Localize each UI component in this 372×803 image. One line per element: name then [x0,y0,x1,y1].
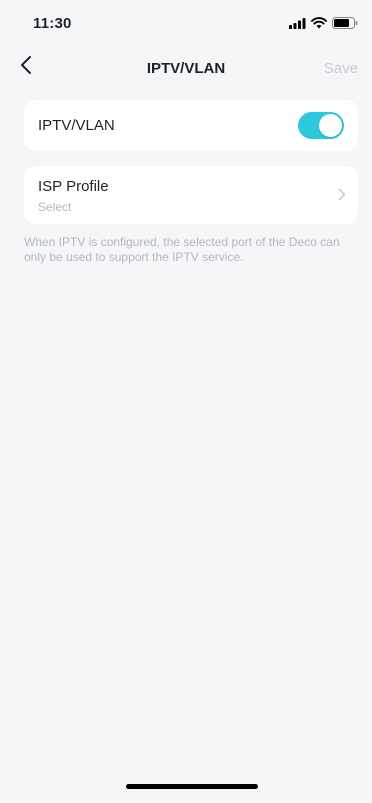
page-title: IPTV/VLAN [146,60,226,77]
wifi-icon [311,16,327,34]
status-time: 11:30 [33,15,72,32]
chevron-right-icon [338,188,346,206]
nav-bar: IPTV/VLAN Save [0,44,372,90]
iptv-vlan-toggle[interactable] [298,112,344,139]
save-button[interactable]: Save [324,60,358,77]
status-bar: 11:30 [0,0,372,44]
iptv-vlan-card: IPTV/VLAN [24,100,358,151]
iptv-vlan-label: IPTV/VLAN [38,117,115,134]
signal-icon [289,16,306,34]
status-icons [289,16,358,34]
toggle-knob [319,114,342,137]
home-indicator [126,784,258,789]
isp-profile-title: ISP Profile [38,178,109,195]
iptv-info-note: When IPTV is configured, the selected po… [24,235,340,264]
isp-profile-row[interactable]: ISP Profile Select [24,166,358,224]
isp-profile-value: Select [38,200,72,214]
battery-icon [332,16,358,34]
